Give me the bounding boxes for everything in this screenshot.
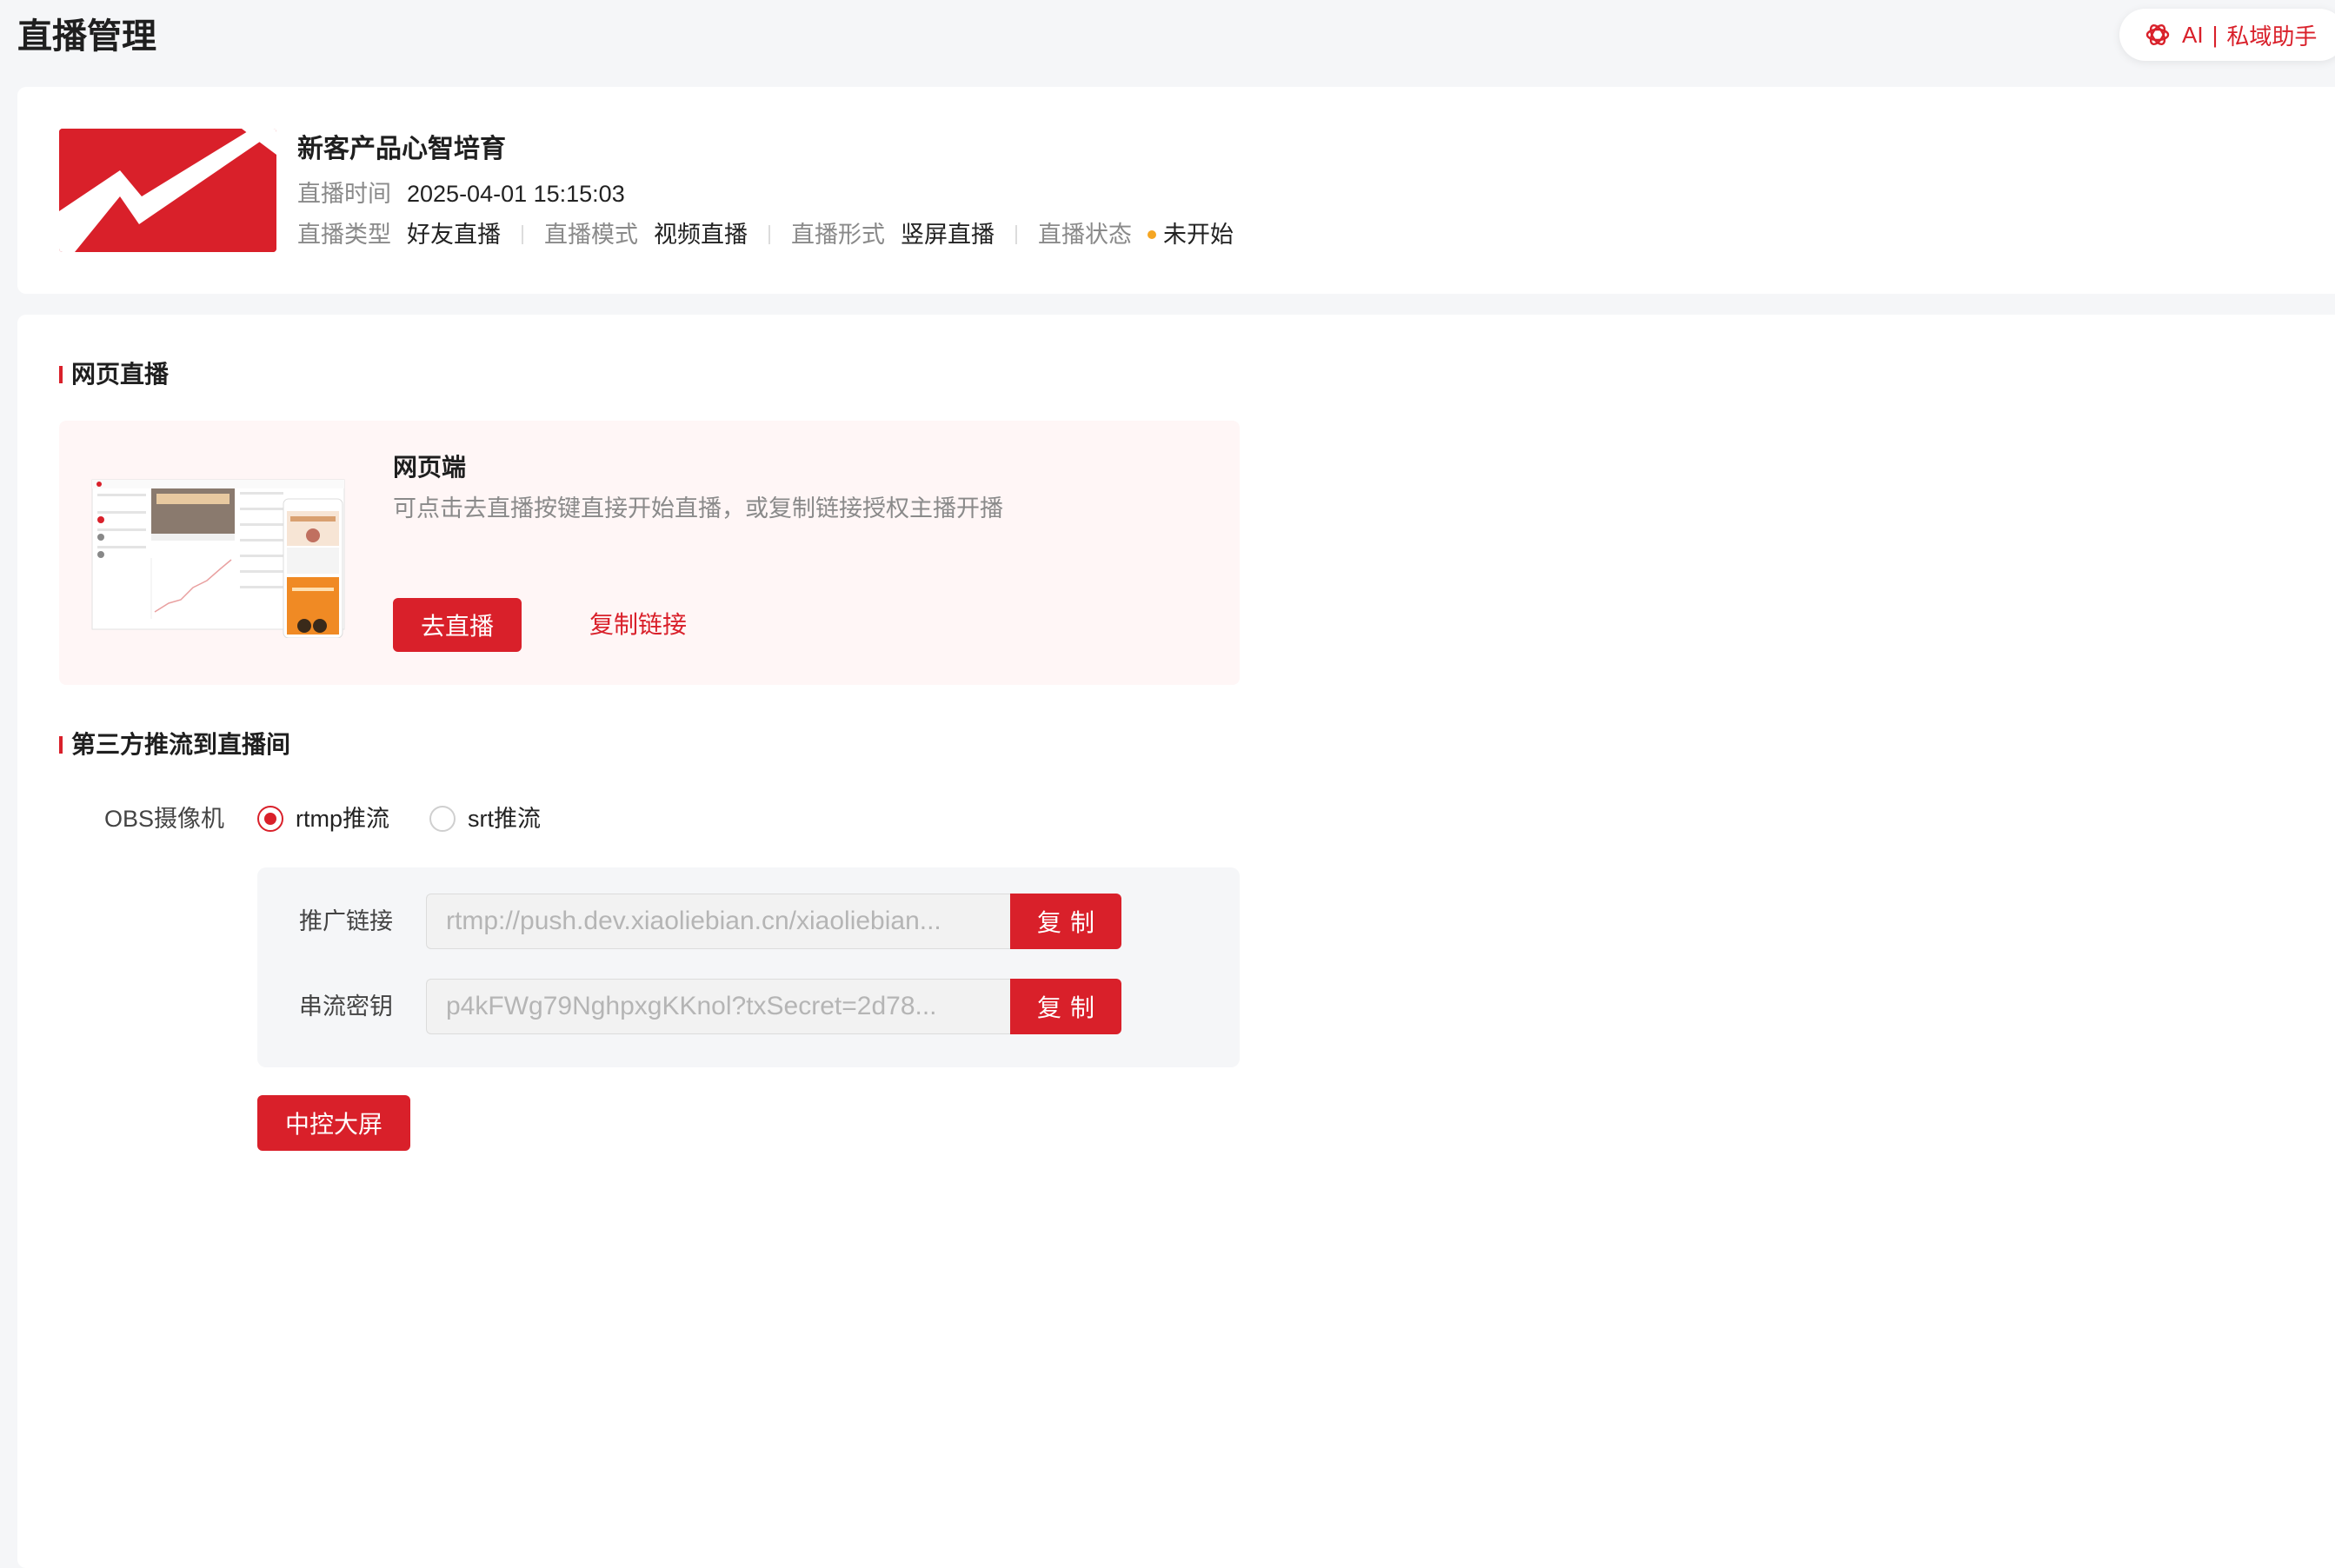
- stream-settings-card: 网页直播 网页端 可点击去直播按键直接开始直播，或复制链接授权主播开播 去直播 …: [17, 315, 2335, 1568]
- radio-rtmp[interactable]: rtmp推流: [257, 801, 389, 836]
- radio-circle-checked[interactable]: [257, 806, 283, 832]
- web-live-section-title: 网页直播: [59, 358, 169, 391]
- ai-swirl-icon: [2144, 21, 2172, 49]
- obs-camera-label: OBS摄像机: [104, 806, 225, 832]
- live-title: 新客产品心智培育: [297, 135, 506, 163]
- live-mode-value: 视频直播: [654, 222, 748, 248]
- section-marker: [59, 366, 63, 383]
- live-time-row: 直播时间 2025-04-01 15:15:03: [297, 177, 625, 210]
- section-marker: [59, 736, 63, 754]
- live-type-label: 直播类型: [297, 222, 391, 248]
- web-live-panel: 网页端 可点击去直播按键直接开始直播，或复制链接授权主播开播 去直播 复制链接: [59, 421, 1240, 685]
- ai-label: AI: [2182, 21, 2204, 48]
- go-live-button[interactable]: 去直播: [393, 598, 522, 652]
- copy-stream-key-button[interactable]: 复制: [1010, 979, 1121, 1034]
- third-party-section-label: 第三方推流到直播间: [71, 731, 291, 758]
- web-live-preview-image: [90, 473, 351, 639]
- stream-config-panel: 推广链接 rtmp://push.dev.xiaoliebian.cn/xiao…: [257, 867, 1240, 1067]
- live-status-value: 未开始: [1163, 222, 1234, 248]
- page: 直播管理 AI | 私域助手 新客产品心智培育 直播时间 2025-04-01 …: [0, 0, 2335, 1568]
- live-time-value: 2025-04-01 15:15:03: [407, 181, 625, 207]
- control-screen-button[interactable]: 中控大屏: [257, 1095, 410, 1151]
- ai-assistant-button[interactable]: AI | 私域助手: [2119, 9, 2335, 61]
- radio-srt[interactable]: srt推流: [429, 801, 541, 836]
- web-live-section-label: 网页直播: [71, 361, 170, 388]
- live-info-card: 新客产品心智培育 直播时间 2025-04-01 15:15:03 直播类型 好…: [17, 87, 2335, 294]
- radio-rtmp-label: rtmp推流: [296, 806, 389, 832]
- third-party-section-title: 第三方推流到直播间: [59, 728, 290, 761]
- live-form-label: 直播形式: [791, 222, 885, 248]
- live-form-value: 竖屏直播: [901, 222, 995, 248]
- live-status-label: 直播状态: [1038, 222, 1132, 248]
- divider: [522, 225, 523, 244]
- status-dot: [1148, 230, 1156, 239]
- live-time-label: 直播时间: [297, 181, 391, 207]
- push-url-field[interactable]: rtmp://push.dev.xiaoliebian.cn/xiaoliebi…: [426, 894, 1010, 949]
- radio-circle[interactable]: [429, 806, 456, 832]
- assistant-label: 私域助手: [2226, 23, 2318, 50]
- divider: [1015, 225, 1017, 244]
- ai-separator: |: [2212, 21, 2219, 48]
- live-cover-image: [59, 129, 276, 252]
- stream-key-field[interactable]: p4kFWg79NghpxgKKnol?txSecret=2d78...: [426, 979, 1010, 1034]
- copy-link-button[interactable]: 复制链接: [589, 608, 687, 642]
- radio-srt-label: srt推流: [468, 806, 541, 832]
- divider: [768, 225, 770, 244]
- web-client-title: 网页端: [393, 454, 467, 481]
- stream-key-label: 串流密钥: [299, 993, 393, 1020]
- page-title: 直播管理: [17, 17, 156, 56]
- copy-push-url-button[interactable]: 复制: [1010, 894, 1121, 949]
- web-client-description: 可点击去直播按键直接开始直播，或复制链接授权主播开播: [393, 495, 1003, 522]
- live-mode-label: 直播模式: [544, 222, 638, 248]
- live-type-value: 好友直播: [407, 222, 501, 248]
- push-url-label: 推广链接: [299, 908, 393, 934]
- live-meta-row: 直播类型 好友直播 直播模式 视频直播 直播形式 竖屏直播 直播状态 未开始: [297, 218, 1234, 251]
